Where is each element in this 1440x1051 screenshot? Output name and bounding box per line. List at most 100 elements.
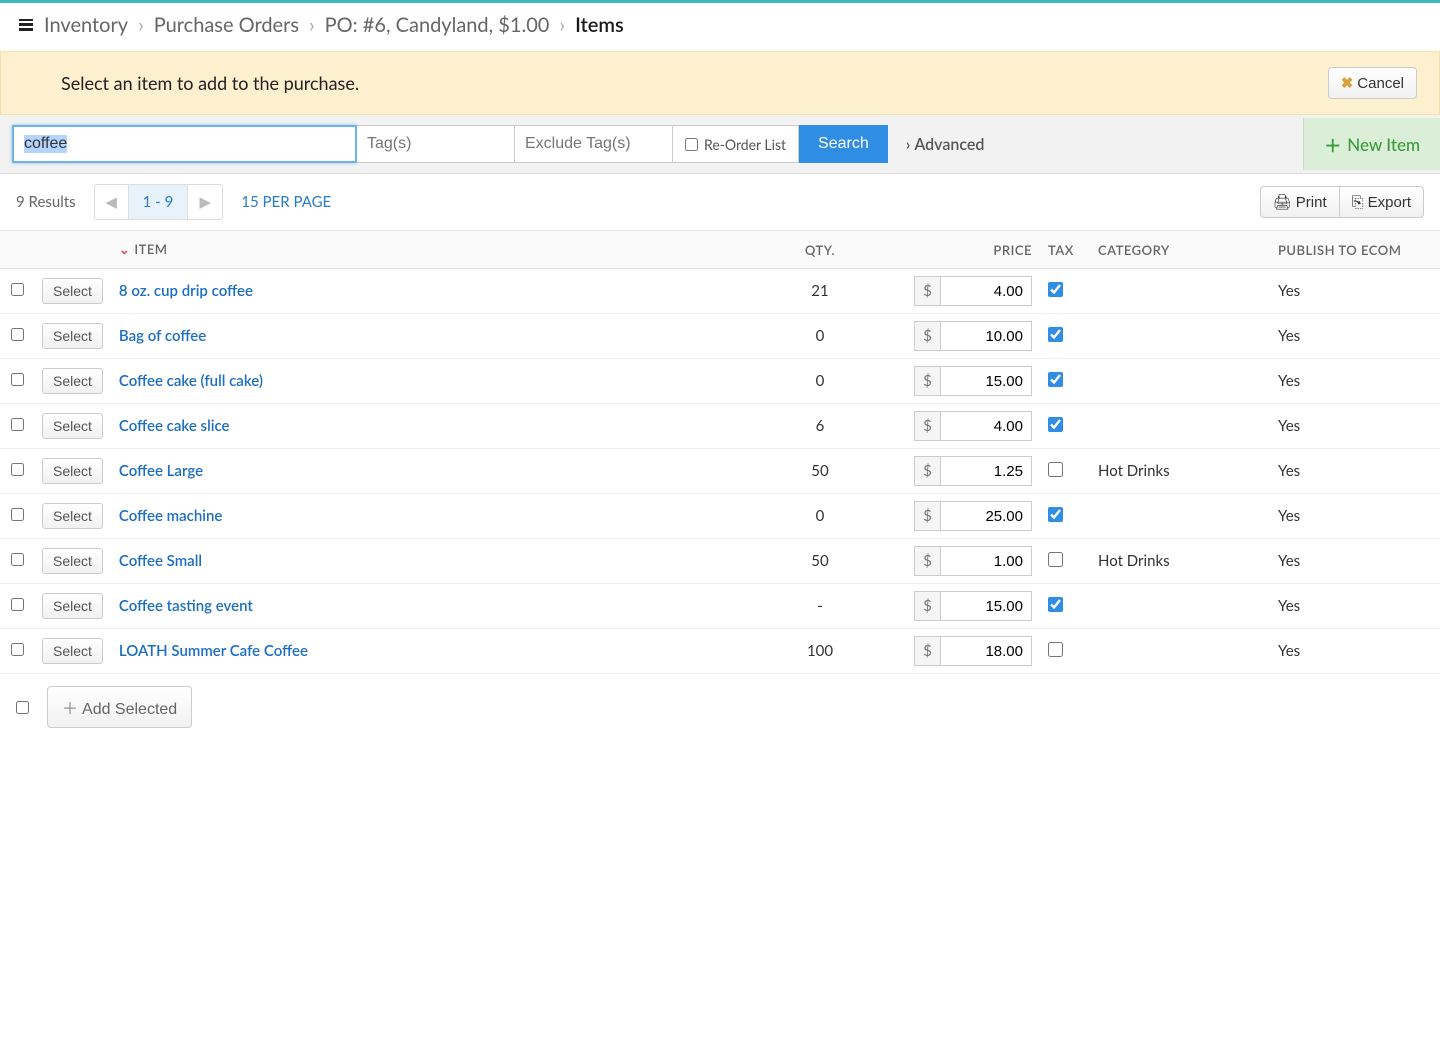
- price-input[interactable]: [940, 591, 1032, 621]
- qty-cell: 100: [760, 629, 880, 674]
- pager-range[interactable]: 1 - 9: [129, 185, 189, 219]
- breadcrumb-po-detail[interactable]: PO: #6, Candyland, $1.00: [325, 13, 550, 37]
- export-button[interactable]: ⎘ Export: [1339, 186, 1424, 218]
- ecom-cell: Yes: [1270, 584, 1440, 629]
- col-header-tax[interactable]: TAX: [1040, 231, 1090, 269]
- sort-caret-icon: ⌄: [119, 241, 130, 257]
- table-row: Select8 oz. cup drip coffee21$Yes: [0, 269, 1440, 314]
- row-checkbox[interactable]: [11, 373, 24, 386]
- currency-prefix: $: [914, 636, 940, 666]
- table-row: SelectCoffee cake (full cake)0$Yes: [0, 359, 1440, 404]
- tax-checkbox[interactable]: [1048, 327, 1063, 342]
- breadcrumb-purchase-orders[interactable]: Purchase Orders: [154, 13, 299, 37]
- breadcrumb: Inventory › Purchase Orders › PO: #6, Ca…: [0, 3, 1440, 47]
- ecom-cell: Yes: [1270, 629, 1440, 674]
- item-link[interactable]: Coffee cake (full cake): [119, 372, 263, 390]
- select-button[interactable]: Select: [42, 638, 103, 664]
- select-button[interactable]: Select: [42, 503, 103, 529]
- row-checkbox[interactable]: [11, 328, 24, 341]
- item-link[interactable]: Bag of coffee: [119, 327, 206, 345]
- price-input[interactable]: [940, 501, 1032, 531]
- col-header-ecom[interactable]: PUBLISH TO ECOM: [1270, 231, 1440, 269]
- row-checkbox[interactable]: [11, 418, 24, 431]
- qty-cell: 0: [760, 494, 880, 539]
- tax-checkbox[interactable]: [1048, 372, 1063, 387]
- item-link[interactable]: Coffee Large: [119, 462, 203, 480]
- item-link[interactable]: Coffee Small: [119, 552, 202, 570]
- row-checkbox[interactable]: [11, 598, 24, 611]
- search-input[interactable]: [12, 125, 357, 163]
- category-cell: [1090, 584, 1270, 629]
- price-input[interactable]: [940, 366, 1032, 396]
- info-banner: Select an item to add to the purchase. ✖…: [0, 51, 1440, 115]
- tax-checkbox[interactable]: [1048, 597, 1063, 612]
- select-button[interactable]: Select: [42, 368, 103, 394]
- pager-prev[interactable]: ◀: [95, 185, 129, 219]
- table-row: SelectCoffee tasting event-$Yes: [0, 584, 1440, 629]
- search-button[interactable]: Search: [799, 125, 888, 163]
- reorder-checkbox[interactable]: [685, 138, 698, 151]
- qty-cell: 50: [760, 539, 880, 584]
- print-button[interactable]: 🖨 Print: [1260, 186, 1339, 218]
- category-cell: [1090, 494, 1270, 539]
- price-input[interactable]: [940, 321, 1032, 351]
- item-link[interactable]: LOATH Summer Cafe Coffee: [119, 642, 308, 660]
- exclude-tags-input[interactable]: [515, 125, 673, 163]
- advanced-toggle[interactable]: › Advanced: [888, 135, 1003, 154]
- row-checkbox[interactable]: [11, 508, 24, 521]
- add-selected-button[interactable]: ＋Add Selected: [47, 686, 192, 728]
- category-cell: [1090, 359, 1270, 404]
- category-cell: [1090, 269, 1270, 314]
- tax-checkbox[interactable]: [1048, 507, 1063, 522]
- col-header-item[interactable]: ⌄ITEM: [111, 231, 760, 269]
- row-checkbox[interactable]: [11, 643, 24, 656]
- price-input[interactable]: [940, 636, 1032, 666]
- tax-checkbox[interactable]: [1048, 462, 1063, 477]
- ecom-cell: Yes: [1270, 494, 1440, 539]
- tax-checkbox[interactable]: [1048, 642, 1063, 657]
- price-input[interactable]: [940, 276, 1032, 306]
- reorder-list-toggle[interactable]: Re-Order List: [673, 125, 799, 163]
- col-header-category[interactable]: CATEGORY: [1090, 231, 1270, 269]
- ecom-cell: Yes: [1270, 539, 1440, 584]
- select-button[interactable]: Select: [42, 458, 103, 484]
- table-row: SelectCoffee machine0$Yes: [0, 494, 1440, 539]
- price-input[interactable]: [940, 546, 1032, 576]
- item-link[interactable]: 8 oz. cup drip coffee: [119, 282, 253, 300]
- tax-checkbox[interactable]: [1048, 282, 1063, 297]
- row-checkbox[interactable]: [11, 283, 24, 296]
- tax-checkbox[interactable]: [1048, 552, 1063, 567]
- chevron-right-icon: ›: [559, 13, 565, 37]
- per-page-toggle[interactable]: 15 PER PAGE: [241, 193, 331, 211]
- table-row: Select LOATH Summer Cafe Coffee 100 $ Yes: [0, 629, 1440, 674]
- select-button[interactable]: Select: [42, 278, 103, 304]
- pager-next[interactable]: ▶: [188, 185, 222, 219]
- currency-prefix: $: [914, 591, 940, 621]
- item-link[interactable]: Coffee cake slice: [119, 417, 230, 435]
- cancel-button[interactable]: ✖Cancel: [1328, 67, 1417, 99]
- price-input[interactable]: [940, 411, 1032, 441]
- row-checkbox[interactable]: [11, 553, 24, 566]
- add-selected-label: Add Selected: [82, 701, 177, 718]
- select-all-footer-checkbox[interactable]: [16, 701, 29, 714]
- currency-prefix: $: [914, 276, 940, 306]
- tags-input[interactable]: [357, 125, 515, 163]
- select-button[interactable]: Select: [42, 593, 103, 619]
- item-link[interactable]: Coffee tasting event: [119, 597, 253, 615]
- qty-cell: 0: [760, 314, 880, 359]
- breadcrumb-inventory[interactable]: Inventory: [44, 13, 128, 37]
- reorder-label: Re-Order List: [704, 136, 786, 153]
- tax-checkbox[interactable]: [1048, 417, 1063, 432]
- item-link[interactable]: Coffee machine: [119, 507, 222, 525]
- new-item-button[interactable]: ＋New Item: [1303, 118, 1440, 170]
- price-input[interactable]: [940, 456, 1032, 486]
- row-checkbox[interactable]: [11, 463, 24, 476]
- new-item-label: New Item: [1347, 134, 1420, 155]
- select-button[interactable]: Select: [42, 323, 103, 349]
- select-button[interactable]: Select: [42, 413, 103, 439]
- col-header-qty[interactable]: QTY.: [760, 231, 880, 269]
- col-header-price[interactable]: PRICE: [880, 231, 1040, 269]
- qty-cell: 50: [760, 449, 880, 494]
- select-button[interactable]: Select: [42, 548, 103, 574]
- category-cell: Hot Drinks: [1090, 539, 1270, 584]
